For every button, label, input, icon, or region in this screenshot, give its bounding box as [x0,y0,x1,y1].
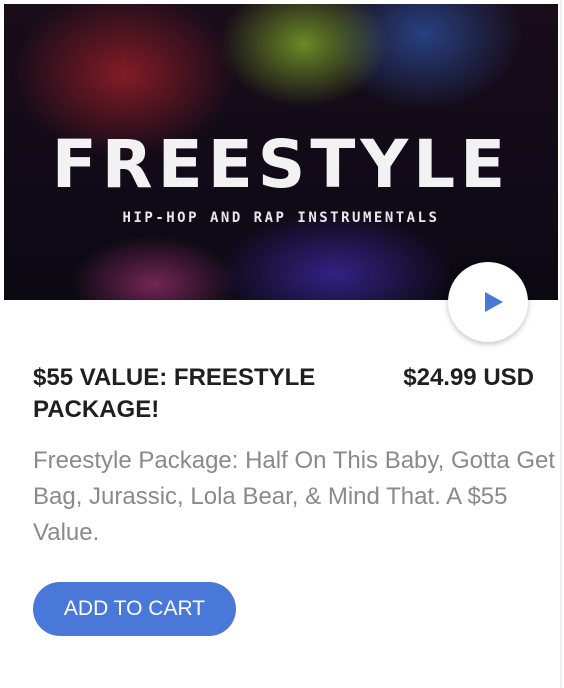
product-title[interactable]: $55 VALUE: FREESTYLE PACKAGE! [33,362,363,426]
album-cover-image[interactable]: FREESTYLE HIP-HOP AND RAP INSTRUMENTALS [4,4,558,300]
cover-subtitle: HIP-HOP AND RAP INSTRUMENTALS [122,210,440,226]
add-to-cart-button[interactable]: ADD TO CART [33,582,236,636]
play-icon [485,292,503,312]
play-button[interactable] [448,262,528,342]
product-card: FREESTYLE HIP-HOP AND RAP INSTRUMENTALS … [0,0,562,688]
product-description: Freestyle Package: Half On This Baby, Go… [33,447,556,546]
cover-title: FREESTYLE [51,126,511,203]
product-price: $24.99 USD [403,364,534,391]
